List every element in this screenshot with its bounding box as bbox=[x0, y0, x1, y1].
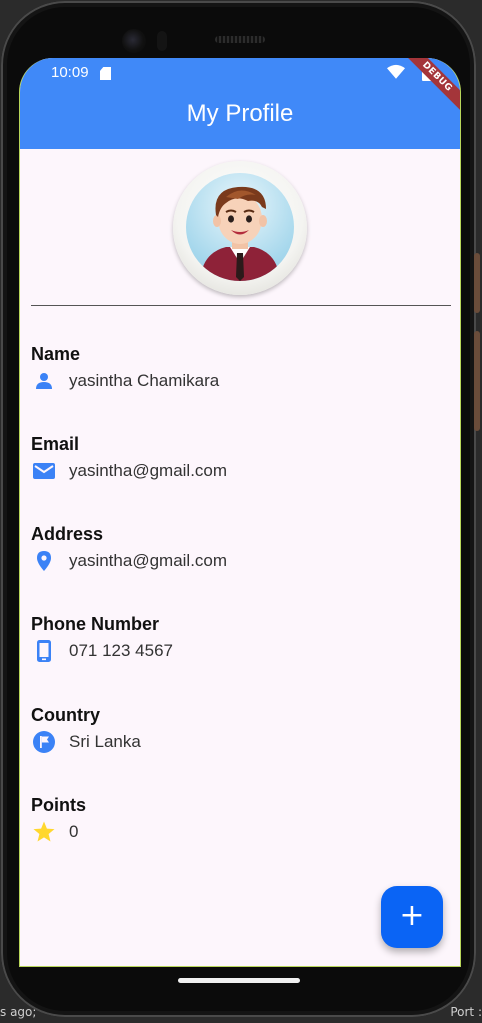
app-bar: 10:09 DEBUG My Profile bbox=[20, 58, 460, 149]
phone-frame: 10:09 DEBUG My Profile Name yasintha Cha… bbox=[1, 1, 480, 1017]
field-label: Address bbox=[31, 524, 104, 544]
field-label: Country bbox=[31, 705, 100, 725]
volume-button bbox=[474, 253, 480, 313]
star-icon bbox=[33, 821, 55, 842]
field-label: Points bbox=[31, 795, 87, 815]
field-value: yasintha@gmail.com bbox=[69, 551, 228, 570]
page-title: My Profile bbox=[186, 100, 294, 127]
front-camera bbox=[122, 29, 146, 53]
field-value: 071 123 4567 bbox=[69, 641, 173, 660]
power-button bbox=[474, 331, 480, 431]
sim-card-icon bbox=[100, 67, 111, 80]
field-value: Sri Lanka bbox=[69, 732, 141, 751]
flag-icon bbox=[33, 731, 55, 753]
person-icon bbox=[36, 373, 52, 389]
section-divider bbox=[31, 305, 451, 306]
field-value: yasintha@gmail.com bbox=[69, 461, 228, 480]
field-label: Phone Number bbox=[31, 614, 160, 634]
profile-avatar[interactable] bbox=[173, 161, 307, 295]
add-button[interactable]: + bbox=[381, 886, 443, 948]
field-label: Email bbox=[31, 434, 80, 454]
field-value: 0 bbox=[69, 822, 79, 841]
app-screen: 10:09 DEBUG My Profile Name yasintha Cha… bbox=[19, 58, 461, 967]
location-pin-icon bbox=[37, 551, 51, 571]
field-label: Name bbox=[31, 344, 81, 364]
wifi-icon bbox=[387, 64, 405, 79]
field-value: yasintha Chamikara bbox=[69, 371, 220, 390]
proximity-sensor bbox=[157, 31, 167, 51]
desktop-right-text: Port : bbox=[450, 1005, 482, 1019]
phone-icon bbox=[37, 640, 51, 662]
status-time: 10:09 bbox=[51, 64, 89, 81]
home-gesture-bar[interactable] bbox=[178, 978, 300, 983]
cartoon-person-illustration bbox=[200, 186, 280, 281]
avatar-image bbox=[186, 173, 294, 281]
email-icon bbox=[33, 463, 55, 479]
earpiece-speaker bbox=[215, 36, 265, 43]
